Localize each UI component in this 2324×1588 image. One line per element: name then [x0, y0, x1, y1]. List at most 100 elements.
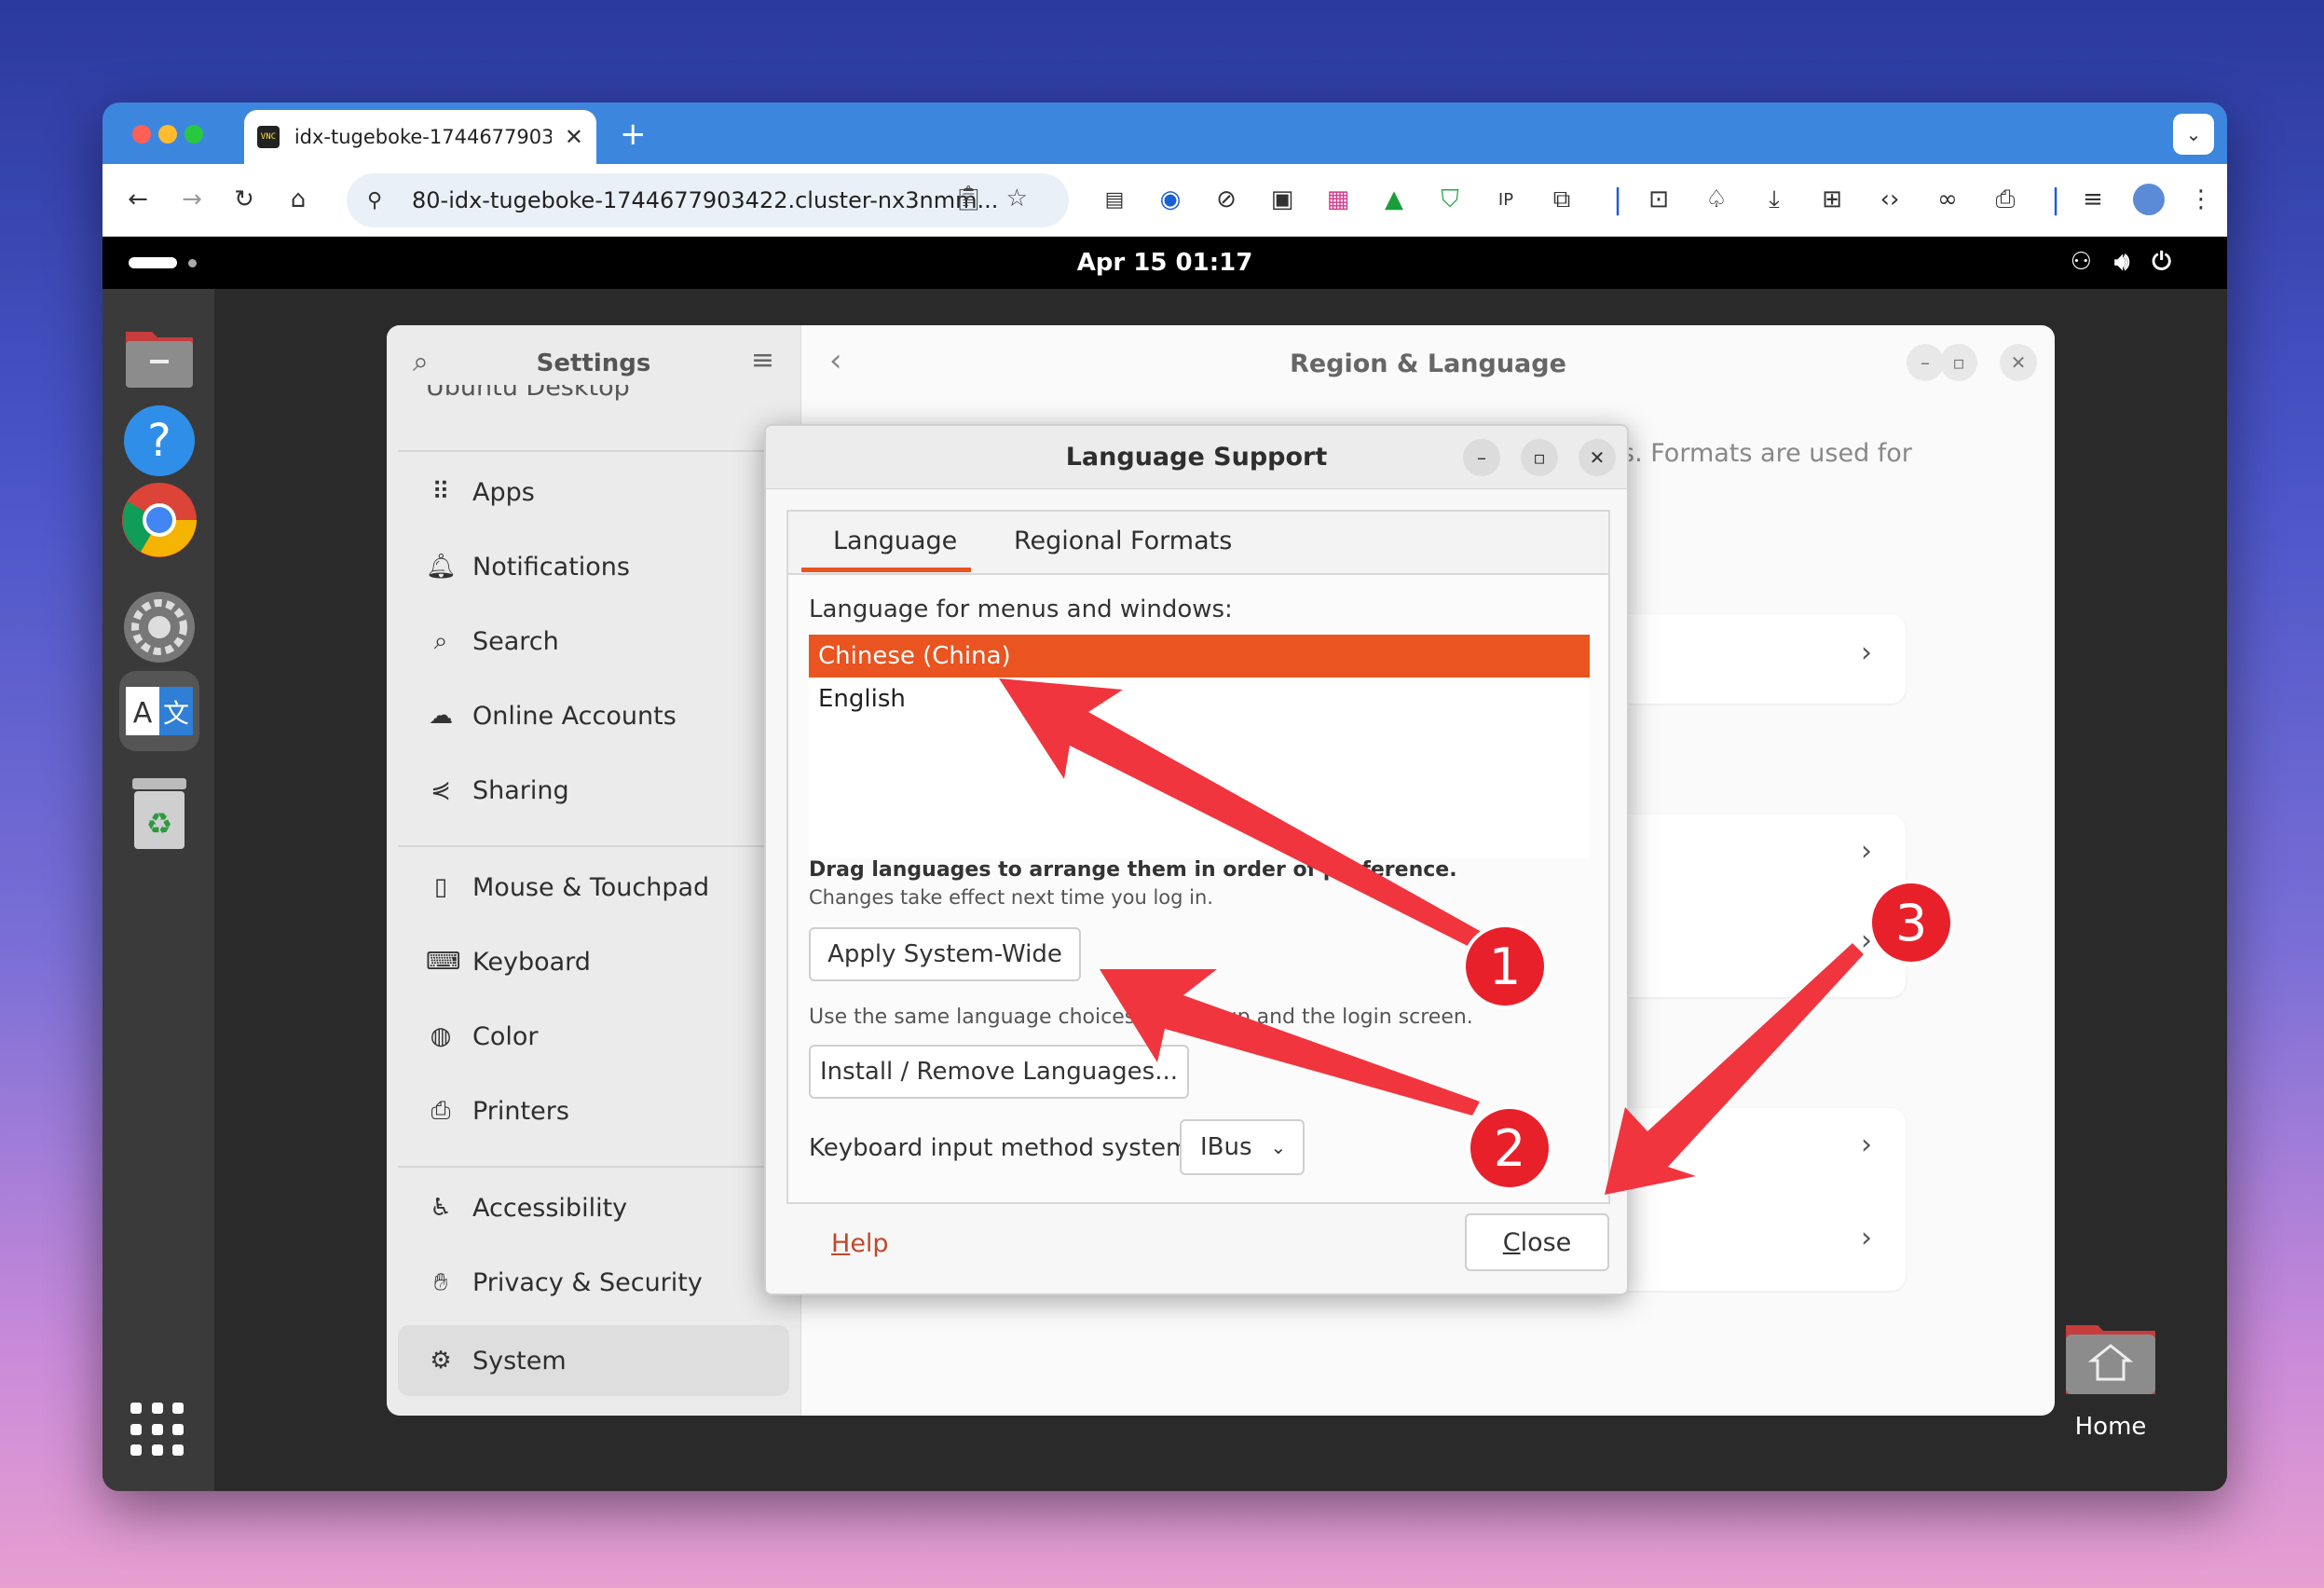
address-bar[interactable]: ⚲ 80-idx-tugeboke-1744677903422.cluster-…: [347, 173, 1069, 227]
maximize-icon[interactable]: ▫: [1940, 344, 1977, 381]
address-bar-actions[interactable]: 📋︎☆: [953, 185, 1050, 212]
download-icon[interactable]: ⤓: [1757, 183, 1791, 216]
files-icon[interactable]: [119, 317, 199, 397]
activities-button[interactable]: [129, 257, 177, 268]
share-icon: ⋞: [431, 776, 451, 804]
sidebar-item-notifications[interactable]: 🔔︎ Notifications: [398, 535, 789, 598]
drive-icon[interactable]: ▲: [1377, 183, 1411, 216]
clock[interactable]: Apr 15 01:17: [1077, 249, 1253, 277]
tab-search-button[interactable]: ⌄: [2173, 114, 2214, 155]
code-icon[interactable]: ‹›: [1873, 183, 1907, 216]
apply-system-wide-button[interactable]: Apply System-Wide: [809, 927, 1081, 981]
sidebar-item-mouse-touchpad[interactable]: ▯ Mouse & Touchpad: [398, 856, 789, 919]
chevron-right-icon: ›: [1861, 637, 1872, 669]
language-support-icon[interactable]: A文: [119, 671, 199, 751]
browser-tab[interactable]: VNC idx-tugeboke-17446779034227 ✕: [244, 110, 596, 164]
close-label: lose: [1520, 1227, 1572, 1257]
close-window-button[interactable]: [132, 125, 151, 144]
new-tab-button[interactable]: +: [620, 116, 647, 153]
tab-bar: VNC idx-tugeboke-17446779034227 ✕ + ⌄: [103, 103, 2227, 164]
help-icon[interactable]: ?: [119, 401, 199, 481]
sidebar-item-label: Sharing: [472, 775, 569, 805]
close-icon[interactable]: ✕: [1579, 439, 1616, 476]
vnc-favicon-icon: VNC: [257, 126, 280, 148]
sidebar-item-label: Apps: [472, 477, 535, 507]
dock: ? A文 ♻: [103, 289, 214, 1491]
sidebar-item-color[interactable]: ◍ Color: [398, 1005, 789, 1068]
minimize-window-button[interactable]: [158, 125, 177, 144]
profile-icon[interactable]: [2132, 183, 2166, 216]
trash-icon[interactable]: ♻: [119, 773, 199, 854]
playlist-icon[interactable]: ≡: [2076, 183, 2110, 216]
sidebar-divider: [398, 450, 789, 452]
sidebar-item-online-accounts[interactable]: ☁ Online Accounts: [398, 684, 789, 747]
keyboard-icon: ⌨: [426, 948, 461, 976]
system-tray[interactable]: ⚇🔊︎⏻: [2071, 248, 2194, 277]
input-method-select[interactable]: IBus ⌄: [1180, 1119, 1305, 1175]
sidebar-title: Settings: [536, 349, 651, 377]
bell-icon: 🔔︎: [426, 553, 458, 581]
link-icon[interactable]: ∞: [1931, 183, 1964, 216]
gear-icon: ⚙: [430, 1347, 452, 1375]
home-folder-icon[interactable]: [2064, 1318, 2157, 1396]
qr-icon[interactable]: ⊞: [1815, 183, 1849, 216]
maximize-icon[interactable]: ▫: [1521, 439, 1558, 476]
sidebar-item-search[interactable]: ⌕ Search: [398, 609, 789, 673]
sidebar-item-system[interactable]: ⚙ System: [398, 1325, 789, 1396]
settings-app-icon[interactable]: [119, 587, 199, 667]
shield-icon[interactable]: ⛉: [1433, 183, 1467, 216]
chevron-down-icon: ⌄: [1270, 1136, 1287, 1158]
ip-icon[interactable]: IP: [1489, 183, 1523, 216]
close-icon[interactable]: ✕: [2000, 344, 2037, 381]
language-list[interactable]: Chinese (China) English: [809, 635, 1590, 858]
language-row-english[interactable]: English: [809, 678, 1590, 720]
sidebar-item-printers[interactable]: ⎙ Printers: [398, 1079, 789, 1143]
puzzle-icon[interactable]: ⧉: [1545, 183, 1579, 216]
notebook-tabs: Language Regional Formats: [788, 512, 1608, 575]
incognito-icon[interactable]: ♤: [1700, 183, 1733, 216]
extension-icon[interactable]: ▦: [1321, 183, 1355, 216]
extension-icon[interactable]: ▣: [1265, 183, 1299, 216]
tab-regional-formats[interactable]: Regional Formats: [1014, 527, 1232, 555]
sidebar-item-label: Privacy & Security: [472, 1267, 703, 1297]
sidebar-item-apps[interactable]: ⠿ Apps: [398, 460, 789, 524]
password-icon[interactable]: ◉: [1154, 183, 1187, 216]
show-apps-icon[interactable]: [130, 1403, 186, 1458]
zoom-window-button[interactable]: [185, 125, 203, 144]
minimize-icon[interactable]: –: [1907, 344, 1944, 381]
hamburger-menu-icon[interactable]: ≡: [751, 344, 774, 376]
print-icon[interactable]: ⎙: [1989, 183, 2022, 216]
sidebar-item-accessibility[interactable]: ♿︎ Accessibility: [398, 1176, 789, 1239]
chevron-right-icon: ›: [1861, 1222, 1872, 1254]
change-note: Changes take effect next time you log in…: [809, 886, 1213, 909]
chevron-right-icon: ›: [1861, 1129, 1872, 1161]
tab-close-icon[interactable]: ✕: [565, 124, 583, 150]
menu-icon[interactable]: ⋮: [2184, 183, 2218, 216]
screenshot-icon[interactable]: ⊡: [1642, 183, 1675, 216]
chrome-icon[interactable]: [119, 480, 199, 560]
svg-text:文: 文: [163, 698, 189, 729]
block-icon[interactable]: ⊘: [1210, 183, 1243, 216]
sidebar-item-sharing[interactable]: ⋞ Sharing: [398, 759, 789, 822]
sidebar-item-label: Notifications: [472, 552, 630, 582]
back-icon[interactable]: ←: [121, 183, 155, 216]
workspace-dot: [188, 259, 197, 267]
site-settings-icon[interactable]: ⚲: [367, 189, 395, 212]
sidebar-item-keyboard[interactable]: ⌨ Keyboard: [398, 930, 789, 993]
install-remove-languages-button[interactable]: Install / Remove Languages...: [809, 1045, 1189, 1099]
minimize-icon[interactable]: –: [1463, 439, 1500, 476]
sidebar-item-privacy-security[interactable]: ✋︎ Privacy & Security: [398, 1251, 789, 1314]
help-button[interactable]: Help: [831, 1229, 889, 1258]
sidebar-item-label: System: [472, 1346, 567, 1376]
home-icon[interactable]: ⌂: [281, 183, 315, 216]
reload-icon[interactable]: ↻: [227, 183, 261, 216]
forward-icon[interactable]: →: [175, 183, 209, 216]
close-button[interactable]: Close: [1465, 1213, 1609, 1271]
reader-icon[interactable]: ▤: [1098, 183, 1131, 216]
tab-language[interactable]: Language: [833, 527, 957, 555]
language-row-chinese[interactable]: Chinese (China): [809, 635, 1590, 678]
color-icon: ◍: [430, 1022, 452, 1050]
sidebar-item-ubuntu-desktop[interactable]: Ubuntu Desktop: [426, 385, 780, 402]
help-label: elp: [850, 1229, 889, 1258]
home-folder-label: Home: [2074, 1413, 2147, 1441]
